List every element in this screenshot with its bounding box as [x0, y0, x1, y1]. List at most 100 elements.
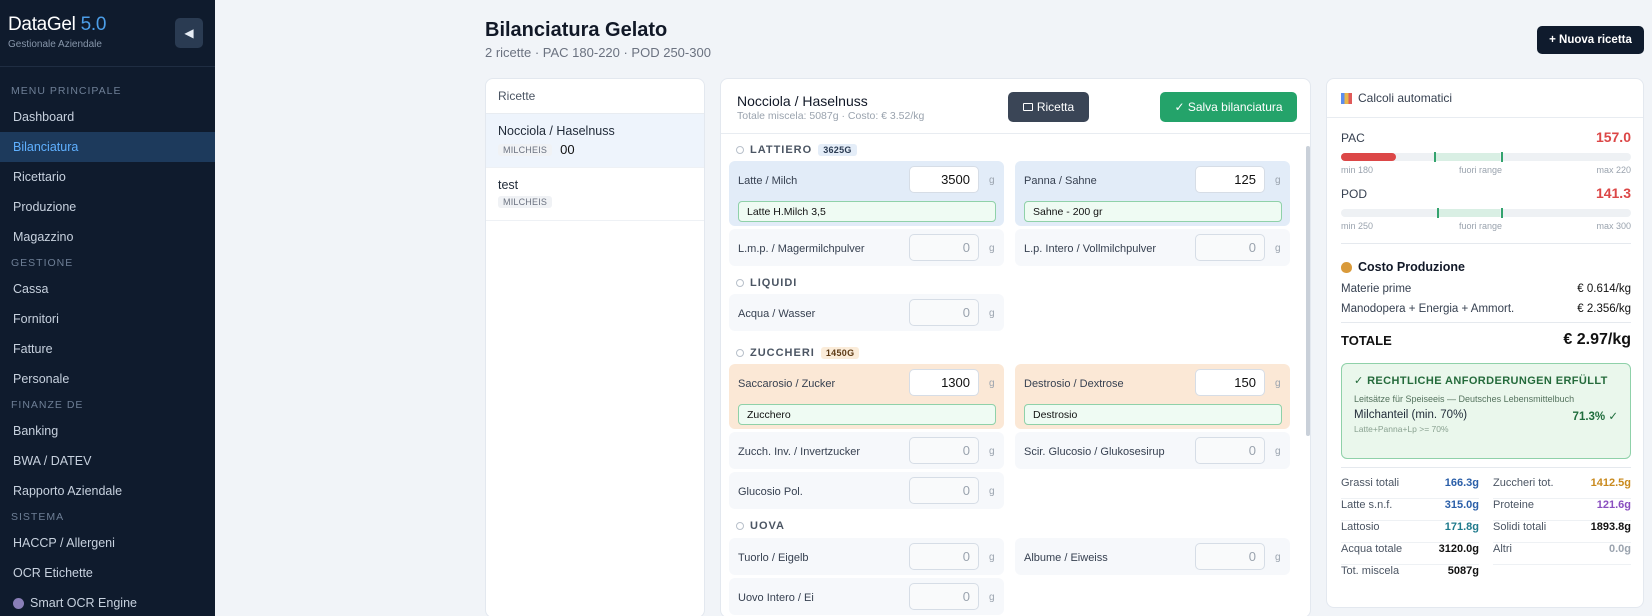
- pac-target-range: [1433, 153, 1501, 161]
- circle-icon: [736, 146, 744, 154]
- unit-label: g: [989, 486, 995, 497]
- quantity-input[interactable]: 150: [1195, 369, 1265, 396]
- unit-label: g: [1275, 378, 1281, 389]
- circle-icon: [736, 279, 744, 287]
- stat-label: Grassi totali: [1341, 477, 1400, 489]
- pac-max-tick: [1500, 152, 1503, 162]
- bar-chart-icon: [1341, 92, 1352, 104]
- product-select[interactable]: Latte H.Milch 3,5: [738, 201, 996, 222]
- quantity-input[interactable]: 0: [1195, 234, 1265, 261]
- quantity-input[interactable]: 0: [909, 234, 979, 261]
- scrollbar[interactable]: [1306, 146, 1310, 436]
- ingredient-acqua: Acqua / Wasser 0 g: [729, 294, 1004, 331]
- ingredient-label: Saccarosio / Zucker: [738, 378, 836, 390]
- pod-max-label: max 300: [1596, 221, 1631, 231]
- pod-value: 141.3: [1595, 185, 1631, 201]
- sidebar-item-fornitori[interactable]: Fornitori: [0, 304, 215, 334]
- quantity-input[interactable]: 1300: [909, 369, 979, 396]
- stat-grassi: Grassi totali 166.3g: [1341, 477, 1479, 499]
- sidebar-item-rapporto[interactable]: Rapporto Aziendale: [0, 476, 215, 506]
- page-title: Bilanciatura Gelato: [485, 19, 668, 41]
- recipe-item[interactable]: test MILCHEIS: [486, 168, 704, 221]
- product-select[interactable]: Zucchero: [738, 404, 996, 425]
- quantity-input[interactable]: 0: [909, 543, 979, 570]
- recipe-print-button[interactable]: Ricetta: [1008, 92, 1089, 122]
- ingredient-label: Tuorlo / Eigelb: [738, 552, 809, 564]
- stat-value: 0.0g: [1608, 543, 1631, 555]
- ingredient-label: L.m.p. / Magermilchpulver: [738, 243, 865, 255]
- cost-value: € 0.614/kg: [1577, 283, 1631, 295]
- sidebar: DataGel 5.0 Gestionale Aziendale ◀ MENU …: [0, 0, 215, 616]
- quantity-input[interactable]: 0: [909, 477, 979, 504]
- group-lattiero: LATTIERO 3625G: [736, 144, 857, 156]
- recipe-name: Nocciola / Haselnuss: [498, 124, 615, 138]
- sidebar-item-fatture[interactable]: Fatture: [0, 334, 215, 364]
- sidebar-item-bilanciatura[interactable]: Bilanciatura: [0, 132, 215, 162]
- cost-title-text: Costo Produzione: [1358, 260, 1465, 274]
- stat-label: Proteine: [1493, 499, 1534, 511]
- cost-label: Manodopera + Energia + Ammort.: [1341, 303, 1515, 315]
- stat-label: Latte s.n.f.: [1341, 499, 1393, 511]
- sidebar-item-personale[interactable]: Personale: [0, 364, 215, 394]
- stat-label: Solidi totali: [1493, 521, 1547, 533]
- sidebar-item-cassa[interactable]: Cassa: [0, 274, 215, 304]
- sidebar-item-bwa-datev[interactable]: BWA / DATEV: [0, 446, 215, 476]
- quantity-input[interactable]: 0: [909, 583, 979, 610]
- group-total-badge: 3625G: [818, 144, 857, 156]
- ingredient-lmp: L.m.p. / Magermilchpulver 0 g: [729, 229, 1004, 266]
- ingredient-label: Zucch. Inv. / Invertzucker: [738, 446, 861, 458]
- cost-row-materie: Materie prime € 0.614/kg: [1341, 283, 1631, 295]
- sidebar-item-magazzino[interactable]: Magazzino: [0, 222, 215, 252]
- sidebar-item-produzione[interactable]: Produzione: [0, 192, 215, 222]
- recipe-editor-panel: Nocciola / Haselnuss Totale miscela: 508…: [720, 78, 1311, 616]
- sidebar-item-ricettario[interactable]: Ricettario: [0, 162, 215, 192]
- milk-share-value: 71.3% ✓: [1572, 411, 1618, 423]
- ingredient-label: Albume / Eiweiss: [1024, 552, 1108, 564]
- stat-value: 315.0g: [1444, 499, 1479, 511]
- stat-label: Zuccheri tot.: [1493, 477, 1554, 489]
- product-select[interactable]: Destrosio: [1024, 404, 1282, 425]
- ingredient-glucosio: Scir. Glucosio / Glukosesirup 0 g: [1015, 432, 1290, 469]
- quantity-input[interactable]: 0: [1195, 437, 1265, 464]
- ingredient-glucosio-pol: Glucosio Pol. 0 g: [729, 472, 1004, 509]
- ingredient-label: Glucosio Pol.: [738, 486, 803, 498]
- sidebar-item-banking[interactable]: Banking: [0, 416, 215, 446]
- save-balance-button[interactable]: ✓ Salva bilanciatura: [1160, 92, 1297, 122]
- product-select[interactable]: Sahne - 200 gr: [1024, 201, 1282, 222]
- calc-header: Calcoli automatici: [1327, 79, 1643, 118]
- sidebar-item-dashboard[interactable]: Dashboard: [0, 102, 215, 132]
- recipe-qty: 00: [560, 142, 575, 157]
- total-label: TOTALE: [1341, 333, 1392, 348]
- milk-share-row: Milchanteil (min. 70%) 71.3% ✓: [1354, 409, 1618, 423]
- unit-label: g: [989, 308, 995, 319]
- pod-min-tick: [1436, 208, 1439, 218]
- engine-icon: [13, 597, 24, 609]
- stat-label: Altri: [1493, 543, 1512, 555]
- sidebar-item-haccp[interactable]: HACCP / Allergeni: [0, 528, 215, 558]
- pod-max-tick: [1500, 208, 1503, 218]
- quantity-input[interactable]: 0: [909, 437, 979, 464]
- cost-label: Materie prime: [1341, 283, 1412, 295]
- new-recipe-button[interactable]: + Nuova ricetta: [1537, 26, 1644, 54]
- section-title-gestione: GESTIONE: [11, 257, 74, 269]
- stat-value: 1893.8g: [1590, 521, 1631, 533]
- sidebar-item-smart-ocr[interactable]: Smart OCR Engine: [0, 588, 215, 616]
- quantity-input[interactable]: 0: [1195, 543, 1265, 570]
- quantity-input[interactable]: 125: [1195, 166, 1265, 193]
- unit-label: g: [989, 243, 995, 254]
- recipe-item[interactable]: Nocciola / Haselnuss MILCHEIS 00: [486, 114, 704, 168]
- unit-label: g: [1275, 243, 1281, 254]
- collapse-sidebar-button[interactable]: ◀: [175, 18, 203, 48]
- quantity-input[interactable]: 0: [909, 299, 979, 326]
- sidebar-item-ocr-etichette[interactable]: OCR Etichette: [0, 558, 215, 588]
- legal-subtitle: Leitsätze für Speiseeis — Deutsches Lebe…: [1354, 394, 1575, 404]
- recipes-panel: Ricette Nocciola / Haselnuss MILCHEIS 00…: [485, 78, 705, 616]
- milk-share-label: Milchanteil (min. 70%): [1354, 409, 1468, 421]
- unit-label: g: [1275, 446, 1281, 457]
- pod-label: POD: [1341, 187, 1368, 201]
- calculations-panel: Calcoli automatici PAC 157.0 min 180 fuo…: [1326, 78, 1644, 608]
- stat-value: 1412.5g: [1590, 477, 1631, 489]
- quantity-input[interactable]: 3500: [909, 166, 979, 193]
- stat-miscela: Tot. miscela 5087g: [1341, 565, 1479, 587]
- stat-value: 171.8g: [1444, 521, 1479, 533]
